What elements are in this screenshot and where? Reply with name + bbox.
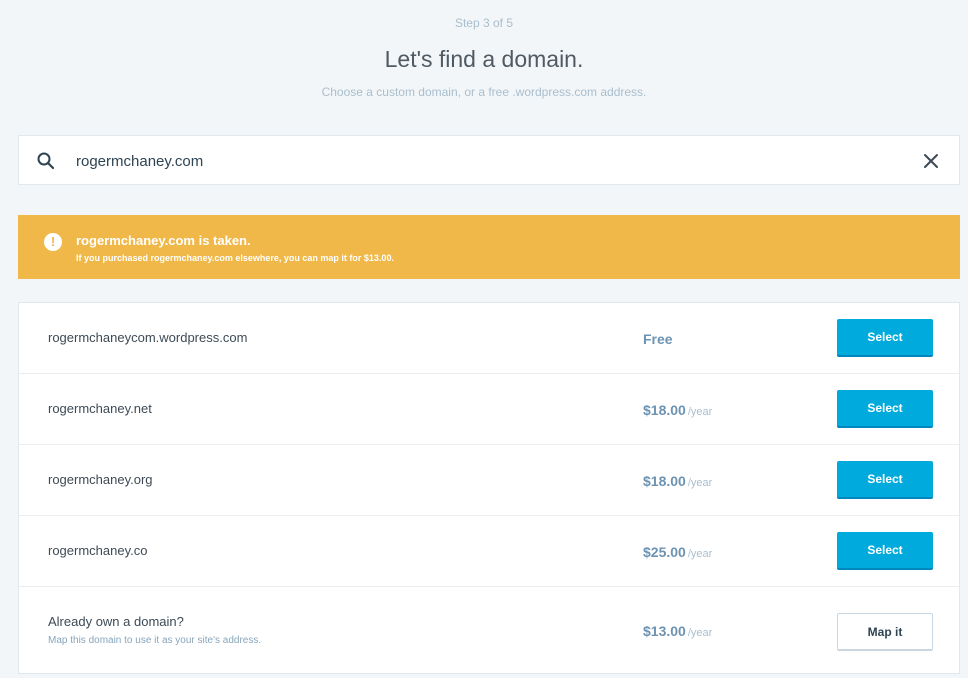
page-subtitle: Choose a custom domain, or a free .wordp… — [321, 85, 647, 99]
select-button[interactable]: Select — [837, 319, 933, 357]
select-button[interactable]: Select — [837, 532, 933, 570]
domain-name: rogermchaney.co — [48, 543, 148, 558]
domain-price: $18.00/year — [643, 402, 712, 418]
notice-title: rogermchaney.com is taken. — [76, 233, 251, 248]
price-amount: $18.00 — [643, 473, 686, 489]
price-amount: Free — [643, 331, 673, 347]
price-period: /year — [687, 406, 713, 418]
domain-result-row: rogermchaney.net $18.00/year Select — [19, 374, 959, 445]
price-amount: $18.00 — [643, 402, 686, 418]
domain-search-box — [18, 135, 960, 185]
select-button[interactable]: Select — [837, 461, 933, 499]
map-domain-title: Already own a domain? — [48, 614, 184, 629]
notice-text: If you purchased rogermchaney.com elsewh… — [76, 253, 394, 263]
domain-price: $18.00/year — [643, 473, 712, 489]
select-button[interactable]: Select — [837, 390, 933, 428]
alert-icon: ! — [44, 233, 62, 251]
domain-search-input[interactable] — [76, 149, 896, 173]
page-title: Let's find a domain. — [384, 46, 584, 72]
domain-results-list: rogermchaneycom.wordpress.com Free Selec… — [18, 302, 960, 674]
map-domain-subtitle: Map this domain to use it as your site's… — [48, 635, 262, 646]
domain-price: Free — [643, 331, 675, 347]
price-period: /year — [687, 548, 713, 560]
domain-name: rogermchaney.net — [48, 401, 152, 416]
domain-result-row: rogermchaney.org $18.00/year Select — [19, 445, 959, 516]
domain-name: rogermchaneycom.wordpress.com — [48, 330, 248, 345]
price-amount: $25.00 — [643, 544, 686, 560]
domain-result-row: rogermchaneycom.wordpress.com Free Selec… — [19, 303, 959, 374]
map-domain-row: Already own a domain? Map this domain to… — [19, 587, 959, 673]
map-domain-price: $13.00/year — [643, 623, 712, 639]
price-period: /year — [687, 477, 713, 489]
price-amount: $13.00 — [643, 623, 686, 639]
price-period: /year — [687, 627, 713, 639]
step-indicator: Step 3 of 5 — [454, 16, 514, 30]
search-icon — [37, 152, 55, 170]
domain-name: rogermchaney.org — [48, 472, 153, 487]
domain-taken-notice: ! rogermchaney.com is taken. If you purc… — [18, 215, 960, 279]
domain-result-row: rogermchaney.co $25.00/year Select — [19, 516, 959, 587]
close-icon[interactable] — [921, 151, 941, 171]
map-it-button[interactable]: Map it — [837, 613, 933, 651]
domain-price: $25.00/year — [643, 544, 712, 560]
